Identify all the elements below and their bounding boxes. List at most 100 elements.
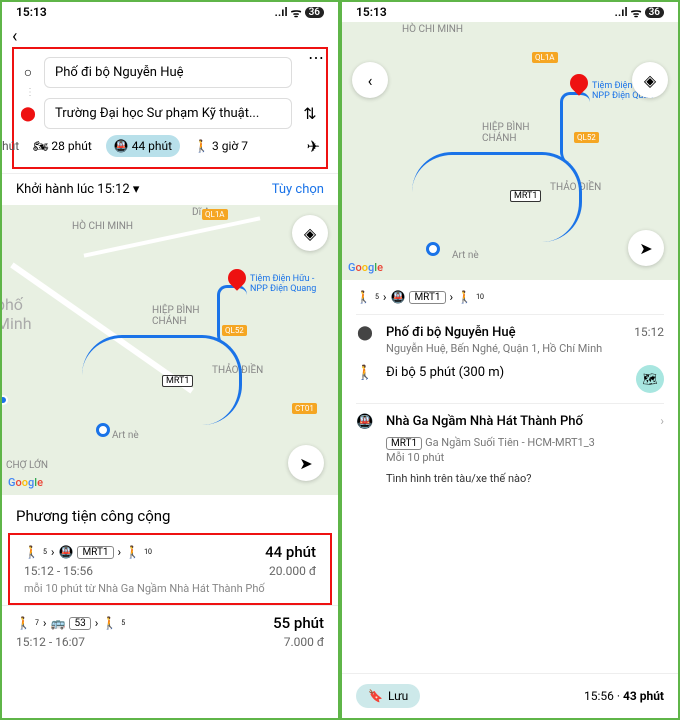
poi-label: Tiệm Điện Hữu - NPP Điện Quang [250,275,316,295]
metro-icon: 🚇 [59,545,74,559]
map-label-hiepbinh: HIỆP BÌNH CHÁNH [152,305,212,327]
map-label-hcm: HÒ CHI MINH [402,24,463,35]
trip-detail-pane: 15:13 ..ıl ᯤ36 HÒ CHI MINH HIỆP BÌNH CHÁN… [340,0,680,720]
step1-time: 15:12 [634,325,664,339]
battery-pill: 36 [645,7,664,18]
trip1-fare: 20.000 đ [269,564,316,578]
layers-button[interactable]: ◈ [292,215,328,251]
step-metro[interactable]: 🚇 Nhà Ga Ngầm Nhà Hát Thành Phố MRT1 Ga … [356,403,664,485]
mode-walk[interactable]: 🚶3 giờ 7 [186,135,256,157]
chevron-right-icon: › [660,414,664,428]
transit-icon: 🚇 [114,139,129,153]
walk-icon: 🚶 [356,365,374,381]
step2-text: Đi bộ 5 phút (300 m) [386,365,624,380]
recenter-button[interactable]: ➤ [288,445,324,481]
wifi-icon: ᯤ [631,4,642,21]
route-dots-icon: ⋮ [25,90,320,96]
map-label-hcm: HÒ CHI MINH [72,221,133,232]
step-walk[interactable]: 🚶 Đi bộ 5 phút (300 m) 🗺 [356,365,664,393]
road-badge-ct01: CT01 [292,403,317,414]
origin-input[interactable]: Phố đi bộ Nguyễn Huệ [44,57,292,88]
trip2-duration: 55 phút [273,614,324,632]
map-label-artne: Art nè [112,430,139,441]
mode-motorbike[interactable]: 🏍28 phút [25,135,100,157]
plane-icon[interactable]: ✈ [307,137,320,156]
map-label-city: phố Minh [2,295,32,333]
back-button[interactable]: ‹ [12,26,17,47]
wifi-icon: ᯤ [291,4,302,21]
step1-title: Phố đi bộ Nguyễn Huệ [386,325,622,340]
options-link[interactable]: Tùy chọn [272,182,324,197]
step3-station: Nhà Ga Ngầm Nhà Hát Thành Phố [386,414,648,429]
directions-search-pane: 15:13 ..ıl ᯤ 36 ‹ ⋯ ○ Phố đi bộ Nguyễn H… [0,0,340,720]
step3-dest: Ga Ngầm Suối Tiên - HCM-MRT1_3 [425,436,595,449]
step-map-button[interactable]: 🗺 [636,365,664,393]
map-label-hiepbinh: HIỆP BÌNH CHÁNH [482,122,542,144]
metro-icon: 🚇 [391,290,406,304]
map-view-right[interactable]: HÒ CHI MINH HIỆP BÌNH CHÁNH THẢO ĐIỀN Ar… [342,22,678,280]
motorbike-icon: 🏍 [33,139,48,153]
walk-icon: 🚶 [24,545,39,559]
trip-detail-sheet: 🚶5› 🚇MRT1› 🚶10 ⬤ Phố đi bộ Nguyễn Huệ Ng… [342,280,678,673]
bookmark-icon: 🔖 [368,689,383,703]
location-icon: ⬤ [356,325,374,341]
trip-option-1[interactable]: 🚶5› 🚇MRT1› 🚶10 44 phút 15:12 - 15:56 20.0… [8,533,332,605]
destination-pin-icon: ⬤ [20,106,36,122]
arrival-summary: 15:56 · 43 phút [584,689,664,703]
destination-input[interactable]: Trường Đại học Sư phạm Kỹ thuật... [44,98,292,129]
status-bar: 15:13 ..ıl ᯤ36 [342,2,678,22]
overflow-icon[interactable]: ⋯ [308,48,324,67]
recenter-button[interactable]: ➤ [628,230,664,266]
trip2-times: 15:12 - 16:07 [16,635,85,649]
step-origin[interactable]: ⬤ Phố đi bộ Nguyễn Huệ Nguyễn Huệ, Bến N… [356,325,664,355]
swap-icon[interactable]: ⇅ [300,104,320,123]
trip1-duration: 44 phút [265,543,316,561]
metro-icon: 🚇 [356,414,374,430]
trip-option-2[interactable]: 🚶7› 🚌53› 🚶5 55 phút 15:12 - 16:07 7.000 đ [2,605,338,657]
trip1-note: mỗi 10 phút từ Nhà Ga Ngầm Nhà Hát Thành… [24,582,316,595]
save-button[interactable]: 🔖Lưu [356,684,420,708]
origin-marker [96,423,110,437]
trip2-steps: 🚶7› 🚌53› 🚶5 [16,616,125,630]
status-time: 15:13 [16,5,47,19]
depart-time[interactable]: Khởi hành lúc 15:12 ▾ [16,182,139,197]
map-view-left[interactable]: HÒ CHI MINH Dĩ An HIỆP BÌNH CHÁNH THẢO Đ… [2,205,338,495]
step3-line-badge: MRT1 [386,437,422,450]
detail-bottom-bar: 🔖Lưu 15:56 · 43 phút [342,673,678,718]
status-bar: 15:13 ..ıl ᯤ 36 [2,2,338,22]
walk-icon: 🚶 [457,290,472,304]
transit-section-title: Phương tiện công cộng [2,495,338,533]
current-location-dot [2,395,8,405]
walk-icon: 🚶 [102,616,117,630]
signal-icon: ..ıl [614,5,627,19]
trip1-steps: 🚶5› 🚇MRT1› 🚶10 [24,545,152,559]
back-fab[interactable]: ‹ [352,62,388,98]
trip1-times: 15:12 - 15:56 [24,564,93,578]
step3-freq: Mỗi 10 phút [386,451,648,464]
origin-marker [426,242,440,256]
google-logo: Google [348,261,383,274]
battery-pill: 36 [305,7,324,18]
step1-address: Nguyễn Huệ, Bến Nghé, Quận 1, Hồ Chí Min… [386,342,622,355]
line-badge-mrt1: MRT1 [162,375,193,387]
walk-icon: 🚶 [16,616,31,630]
google-logo: Google [8,476,43,489]
search-header: ‹ ⋯ ○ Phố đi bộ Nguyễn Huệ ⋮ ⬤ Trường Đạ… [2,22,338,173]
trip2-fare: 7.000 đ [284,635,324,649]
road-badge-ql1a: QL1A [202,209,228,220]
origin-dot-icon: ○ [20,64,36,81]
mode-tabs: hút 🏍28 phút 🚇44 phút 🚶3 giờ 7 ✈ [20,131,320,161]
walk-icon: 🚶 [356,290,371,304]
map-label-cholon: CHỢ LỚN [6,460,48,471]
layers-button[interactable]: ◈ [632,62,668,98]
status-right: ..ıl ᯤ 36 [274,4,324,21]
trip-summary-steps: 🚶5› 🚇MRT1› 🚶10 [356,290,664,315]
status-time: 15:13 [356,5,387,19]
road-badge-ql1a: QL1A [532,52,558,63]
inputs-highlight: ○ Phố đi bộ Nguyễn Huệ ⋮ ⬤ Trường Đại họ… [12,47,328,169]
step3-crowding-question: Tình hình trên tàu/xe thế nào? [386,472,648,485]
mode-transit[interactable]: 🚇44 phút [106,135,180,157]
map-label-artne: Art nè [452,250,479,261]
walk-icon: 🚶 [125,545,140,559]
departure-row: Khởi hành lúc 15:12 ▾ Tùy chọn [2,173,338,205]
